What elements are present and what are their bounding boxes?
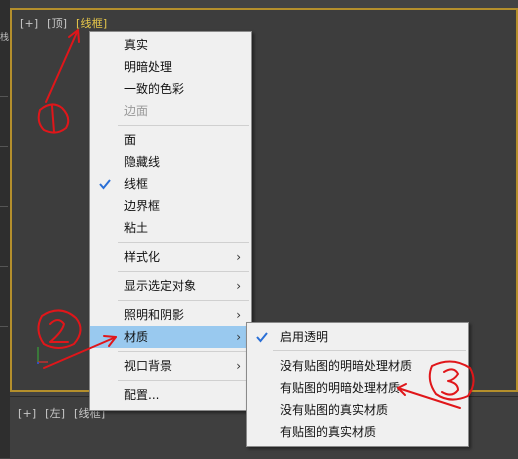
checkmark-icon [99, 179, 111, 190]
chevron-right-icon: › [236, 330, 241, 344]
strip-divider [0, 326, 8, 327]
chevron-right-icon: › [236, 359, 241, 373]
chevron-right-icon: › [236, 279, 241, 293]
submenu-item-enable-transparency[interactable]: 启用透明 [247, 326, 468, 348]
checkmark-icon [256, 332, 268, 343]
strip-divider [0, 146, 8, 147]
menu-item-hidden-line[interactable]: 隐藏线 [90, 151, 251, 173]
menu-item-facets[interactable]: 面 [90, 129, 251, 151]
viewport-plus-menu[interactable]: [+] [20, 17, 38, 30]
menu-item-bounding-box[interactable]: 边界框 [90, 195, 251, 217]
menu-item-display-selected[interactable]: 显示选定对象 › [90, 275, 251, 297]
strip-divider [0, 96, 8, 97]
strip-divider [0, 206, 8, 207]
menu-separator [118, 271, 249, 272]
strip-divider [0, 266, 8, 267]
menu-item-configure[interactable]: 配置... [90, 384, 251, 406]
submenu-item-shaded-with-maps[interactable]: 有贴图的明暗处理材质 [247, 377, 468, 399]
menu-item-viewport-background[interactable]: 视口背景 › [90, 355, 251, 377]
menu-separator [273, 350, 466, 351]
viewport-view-menu[interactable]: [顶] [47, 17, 67, 30]
submenu-item-realistic-with-maps[interactable]: 有贴图的真实材质 [247, 421, 468, 443]
top-viewport-label: [+] [顶] [线框] [20, 15, 112, 31]
menu-separator [118, 351, 249, 352]
menu-item-edged-faces: 边面 [124, 104, 149, 118]
menu-item-wireframe[interactable]: 线框 [90, 173, 251, 195]
menu-item-shaded[interactable]: 明暗处理 [90, 56, 251, 78]
axis-gizmo-icon [37, 347, 48, 364]
menu-item-materials[interactable]: 材质 › [90, 326, 251, 348]
menu-separator [118, 300, 249, 301]
menu-item-stylized[interactable]: 样式化 › [90, 246, 251, 268]
chevron-right-icon: › [236, 308, 241, 322]
shading-context-menu: 真实 明暗处理 一致的色彩 边面 面 隐藏线 线框 边界框 粘土 样式化 › 显示… [89, 31, 252, 411]
menu-item-consistent-colors[interactable]: 一致的色彩 [90, 78, 251, 100]
menu-separator [118, 380, 249, 381]
menu-separator [118, 242, 249, 243]
menu-item-clay[interactable]: 粘土 [90, 217, 251, 239]
left-strip-char: 栈 [0, 33, 10, 43]
submenu-item-realistic-no-maps[interactable]: 没有贴图的真实材质 [247, 399, 468, 421]
menu-item-realistic[interactable]: 真实 [90, 34, 251, 56]
viewport-shading-menu[interactable]: [线框] [76, 17, 107, 30]
viewport-plus-menu[interactable]: [+] [18, 407, 36, 420]
menu-item-lighting-shadows[interactable]: 照明和阴影 › [90, 304, 251, 326]
submenu-item-shaded-no-maps[interactable]: 没有贴图的明暗处理材质 [247, 355, 468, 377]
materials-submenu: 启用透明 没有贴图的明暗处理材质 有贴图的明暗处理材质 没有贴图的真实材质 有贴… [246, 322, 469, 447]
left-panel-strip: 栈 [0, 0, 10, 458]
viewport-view-menu[interactable]: [左] [45, 407, 65, 420]
menu-separator [118, 125, 249, 126]
chevron-right-icon: › [236, 250, 241, 264]
